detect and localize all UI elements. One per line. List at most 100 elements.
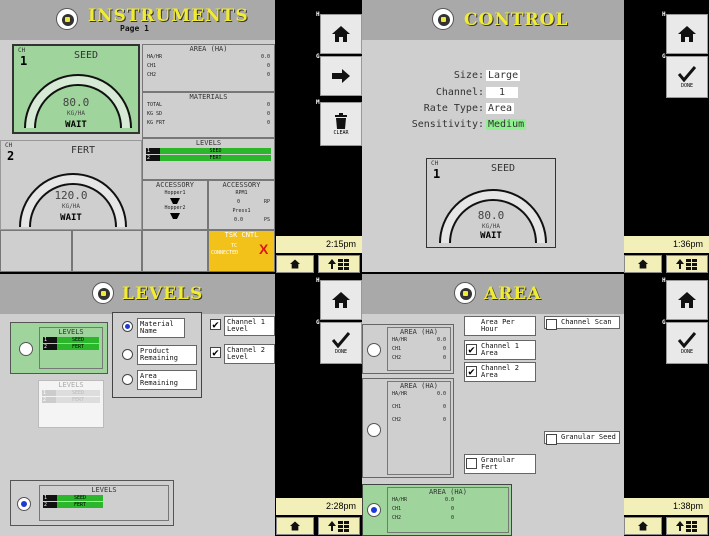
control-header: CONTROL (362, 0, 624, 40)
done-button[interactable]: G DONE (316, 319, 362, 364)
sensitivity-field[interactable]: Medium (486, 119, 527, 130)
level-bar: 1 SEED (43, 337, 99, 343)
area-box[interactable]: AREA (HA) HA/HR 0.0 CH1 0 CH2 0 (142, 44, 275, 92)
materials-row: TOTAL 0 (147, 102, 270, 108)
ch-number: 2 (7, 149, 15, 163)
home-icon (290, 521, 300, 531)
levels-box[interactable]: LEVELS 1 SEED 2 FERT (142, 138, 275, 180)
menu-nav-button[interactable] (666, 255, 708, 273)
sensitivity-label: Sensitivity: (411, 119, 484, 130)
material-name-option[interactable]: Material Name (137, 318, 185, 338)
next-button[interactable]: G (316, 53, 362, 96)
accessory-box-2[interactable]: ACCESSORY RPM1 0 RP Press1 0.0 PS (208, 180, 275, 230)
channel-1-area-checkbox[interactable]: ✔ (466, 344, 477, 355)
home-icon (678, 292, 696, 308)
level-bar: 2 FERT (43, 502, 103, 508)
levels-header: LEVELS (0, 274, 275, 314)
area-header: AREA (362, 274, 624, 314)
home-nav-button[interactable] (276, 255, 314, 273)
granular-seed-checkbox[interactable] (546, 434, 557, 445)
level-option-2[interactable]: LEVELS 1 SEED 2 FERT (38, 380, 104, 428)
channel-label: Channel: (435, 87, 484, 98)
size-field[interactable]: Large (486, 70, 521, 81)
gauge-unit: KG/HA (66, 110, 86, 117)
area-per-hour-option[interactable]: Area Per Hour (464, 316, 536, 336)
area-remaining-option[interactable]: Area Remaining (137, 370, 197, 390)
gauge-unit: KG/HA (61, 203, 81, 210)
menu-nav-button[interactable] (666, 517, 708, 535)
rate-type-field[interactable]: Area (486, 103, 515, 114)
home-button[interactable]: H (316, 277, 362, 320)
area-screen: AREA AREA (HA) HA/HR 0.0 CH1 0 CH2 0 AREA (… (362, 274, 624, 536)
product-remaining-option[interactable]: Product Remaining (137, 345, 197, 365)
granular-fert-checkbox[interactable] (466, 458, 477, 469)
seed-gauge[interactable]: CH 1 SEED 80.0 KG/HA WAIT (12, 44, 140, 134)
hopper2-label: Hopper2 (164, 205, 186, 211)
rpm-label: RPM1 (235, 190, 248, 196)
level-option-radio[interactable] (19, 342, 33, 356)
area-option-radio[interactable] (367, 343, 381, 357)
rate-type-label: Rate Type: (423, 103, 484, 114)
level-option-1[interactable]: LEVELS 1 SEED 2 FERT (10, 322, 108, 374)
home-icon (678, 26, 696, 42)
menu-nav-button[interactable] (318, 517, 360, 535)
home-button[interactable]: H (662, 277, 708, 320)
area-option-1[interactable]: AREA (HA) HA/HR 0.0 CH1 0 CH2 0 (362, 324, 454, 374)
menu-nav-button[interactable] (318, 255, 360, 273)
area-preview: AREA (HA) HA/HR 0.0 CH1 0 CH2 0 (387, 381, 451, 475)
home-button[interactable]: H (662, 11, 708, 54)
clock: 1:38pm (624, 498, 709, 515)
channel-field[interactable]: 1 (486, 87, 518, 98)
level-option-radio[interactable] (17, 497, 31, 511)
levels-title: LEVELS (58, 381, 84, 389)
instruments-header: INSTRUMENTS Page 1 (0, 0, 275, 40)
empty-cell (0, 230, 72, 272)
area-row: HA/HR 0.0 (147, 54, 270, 60)
levels-title: LEVELS (91, 486, 117, 494)
channel-scan-checkbox[interactable] (546, 319, 557, 330)
area-row: CH2 0 (392, 355, 446, 361)
trash-icon (335, 112, 347, 129)
clear-button[interactable]: M CLEAR (316, 99, 362, 146)
channel-1-level-checkbox[interactable]: ✔ (210, 319, 221, 330)
accessory-box-1[interactable]: ACCESSORY Hopper1 Hopper2 (142, 180, 208, 230)
levels-preview: LEVELS 1 SEED 2 FERT (39, 485, 169, 521)
area-option-3[interactable]: AREA (HA) HA/HR 0.0 CH1 0 CH2 0 (362, 484, 512, 536)
product-remaining-radio[interactable] (122, 349, 133, 360)
channel-2-level-checkbox[interactable]: ✔ (210, 347, 221, 358)
area-option-radio[interactable] (367, 503, 381, 517)
channel-1-level-option[interactable]: Channel 1 Level (224, 316, 275, 336)
channel-2-level-option[interactable]: Channel 2 Level (224, 344, 275, 364)
area-row: HA/HR 0.0 (392, 337, 446, 343)
area-title: AREA (HA) (429, 488, 467, 496)
tsk-cntl-box[interactable]: TSK CNTL TC CONNECTED X (208, 230, 275, 272)
control-gauge-preview: CH 1 SEED 80.0 KG/HA WAIT (426, 158, 556, 248)
options-panel: Material Name Product Remaining Area Rem… (112, 312, 202, 398)
area-option-2[interactable]: AREA (HA) HA/HR 0.0 CH1 0 CH2 0 (362, 378, 454, 478)
fert-gauge[interactable]: CH 2 FERT 120.0 KG/HA WAIT (0, 140, 142, 230)
material-name-radio[interactable] (122, 321, 133, 332)
home-button[interactable]: H (316, 11, 362, 54)
home-nav-button[interactable] (276, 517, 314, 535)
levels-title: LEVELS (195, 139, 222, 147)
level-bar: 1 SEED (146, 148, 271, 154)
press-label: Press1 (232, 208, 251, 214)
done-button[interactable]: G DONE (662, 319, 708, 364)
arrow-right-icon (332, 69, 350, 83)
grid-menu-icon (676, 521, 697, 532)
page-number: Page 1 (120, 24, 149, 33)
accessory-title: ACCESSORY (222, 181, 261, 189)
area-remaining-radio[interactable] (122, 374, 133, 385)
home-nav-button[interactable] (624, 517, 662, 535)
checkmark-icon (678, 331, 696, 348)
hopper1-label: Hopper1 (164, 190, 186, 196)
done-button[interactable]: G DONE (662, 53, 708, 98)
home-icon (332, 292, 350, 308)
home-nav-button[interactable] (624, 255, 662, 273)
area-title: AREA (HA) (400, 382, 438, 390)
materials-box[interactable]: MATERIALS TOTAL 0 KG SD 0 KG FRT 0 (142, 92, 275, 138)
level-option-3[interactable]: LEVELS 1 SEED 2 FERT (10, 480, 174, 526)
area-option-radio[interactable] (367, 423, 381, 437)
channel-2-area-checkbox[interactable]: ✔ (466, 366, 477, 377)
clock: 1:36pm (624, 236, 709, 253)
